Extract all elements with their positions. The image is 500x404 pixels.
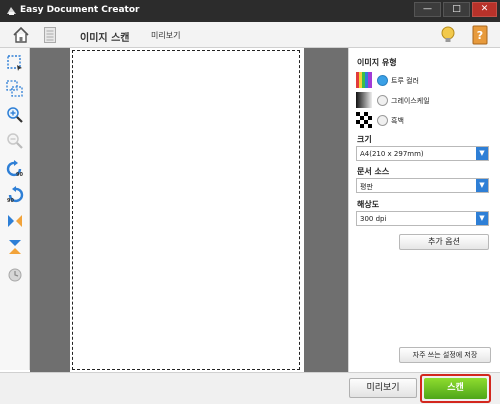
image-type-label: 이미지 유형 <box>357 58 397 67</box>
true-color-icon <box>356 72 372 88</box>
document-source-value: 평판 <box>360 183 373 191</box>
true-color-label: 트루 컬러 <box>391 77 419 85</box>
chevron-down-icon: ▼ <box>476 147 488 160</box>
size-label: 크기 <box>357 135 372 144</box>
window-title: Easy Document Creator <box>20 5 140 15</box>
rotate-left-90-icon[interactable]: 90 <box>6 160 24 178</box>
minimize-button[interactable]: — <box>414 2 441 17</box>
app-logo-icon <box>7 7 16 15</box>
grayscale-icon <box>356 92 372 108</box>
chevron-down-icon: ▼ <box>476 212 488 225</box>
settings-panel: 이미지 유형 트루 컬러 그레이스케일 흑백 크기 A4(210 x 297mm… <box>348 48 500 372</box>
maximize-button[interactable]: □ <box>443 2 470 17</box>
chevron-down-icon: ▼ <box>476 179 488 192</box>
rotate-right-90-icon[interactable]: 90 <box>6 186 24 204</box>
resolution-value: 300 dpi <box>360 215 387 223</box>
zoom-out-icon[interactable] <box>6 132 24 150</box>
flip-horizontal-icon[interactable] <box>6 212 24 230</box>
reset-icon[interactable] <box>6 266 24 284</box>
left-toolbar: 90 90 <box>0 48 30 370</box>
help-book-icon[interactable]: ? <box>472 25 488 45</box>
title-bar: Easy Document Creator — □ ✕ <box>0 0 500 22</box>
flip-vertical-icon[interactable] <box>6 238 24 256</box>
black-white-label: 흑백 <box>391 117 404 125</box>
tip-bulb-icon[interactable] <box>440 26 456 44</box>
multi-select-icon[interactable] <box>6 80 24 98</box>
home-icon[interactable] <box>12 26 30 44</box>
scan-button[interactable]: 스캔 <box>424 378 487 399</box>
preview-page <box>70 48 304 372</box>
preview-canvas[interactable] <box>30 48 348 372</box>
size-select[interactable]: A4(210 x 297mm) ▼ <box>356 146 489 161</box>
bottom-action-bar: 미리보기 스캔 <box>0 372 500 404</box>
document-source-select[interactable]: 평판 ▼ <box>356 178 489 193</box>
resolution-select[interactable]: 300 dpi ▼ <box>356 211 489 226</box>
svg-text:90: 90 <box>16 172 23 178</box>
tab-image-scan[interactable]: 이미지 스캔 <box>80 29 129 44</box>
save-favorite-settings-button[interactable]: 자주 쓰는 설정에 저장 <box>399 347 491 363</box>
scan-area-frame[interactable] <box>72 50 300 370</box>
preview-button[interactable]: 미리보기 <box>349 378 417 398</box>
black-white-radio[interactable] <box>377 115 388 126</box>
close-button[interactable]: ✕ <box>472 2 497 17</box>
tab-preview[interactable]: 미리보기 <box>151 30 180 41</box>
select-area-icon[interactable] <box>6 54 24 72</box>
black-white-icon <box>356 112 372 128</box>
document-list-icon[interactable] <box>44 27 56 43</box>
zoom-in-icon[interactable] <box>6 106 24 124</box>
resolution-label: 해상도 <box>357 200 380 209</box>
true-color-radio[interactable] <box>377 75 388 86</box>
svg-text:?: ? <box>477 29 483 42</box>
size-value: A4(210 x 297mm) <box>360 150 424 158</box>
top-toolbar: 이미지 스캔 미리보기 ? <box>0 22 500 48</box>
document-source-label: 문서 소스 <box>357 167 390 176</box>
more-options-button[interactable]: 추가 옵션 <box>399 234 489 250</box>
svg-text:90: 90 <box>7 198 14 204</box>
grayscale-radio[interactable] <box>377 95 388 106</box>
grayscale-label: 그레이스케일 <box>391 97 430 105</box>
